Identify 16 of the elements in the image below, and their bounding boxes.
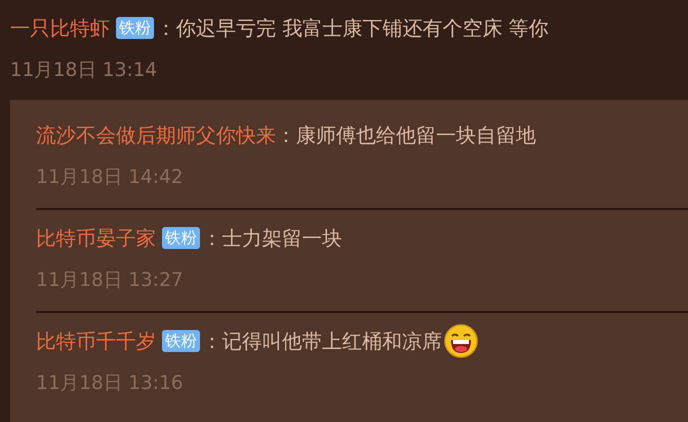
username-link[interactable]: 流沙不会做后期师父你快来 [36,120,276,150]
comment-text: ：士力架留一块 [202,225,342,252]
comment-time: 11月18日 14:42 [36,166,184,188]
comment-time: 11月18日 13:14 [10,59,158,81]
username-link[interactable]: 比特币晏子家 [36,223,156,253]
fan-badge: 铁粉 [116,17,154,39]
fan-badge: 铁粉 [162,330,200,352]
laughing-emoji-icon [444,324,478,358]
username-link[interactable]: 比特币千千岁 [36,326,156,356]
comment-text: ：康师傅也给他留一块自留地 [276,122,536,149]
comment-text: ：记得叫他带上红桶和凉席 [202,328,442,355]
comment-text: ：你迟早亏完 我富士康下铺还有个空床 等你 [156,15,549,42]
comment-time: 11月18日 13:16 [36,372,184,394]
username-link[interactable]: 一只比特虾 [10,13,110,43]
comment-time: 11月18日 13:27 [36,269,184,291]
fan-badge: 铁粉 [162,227,200,249]
